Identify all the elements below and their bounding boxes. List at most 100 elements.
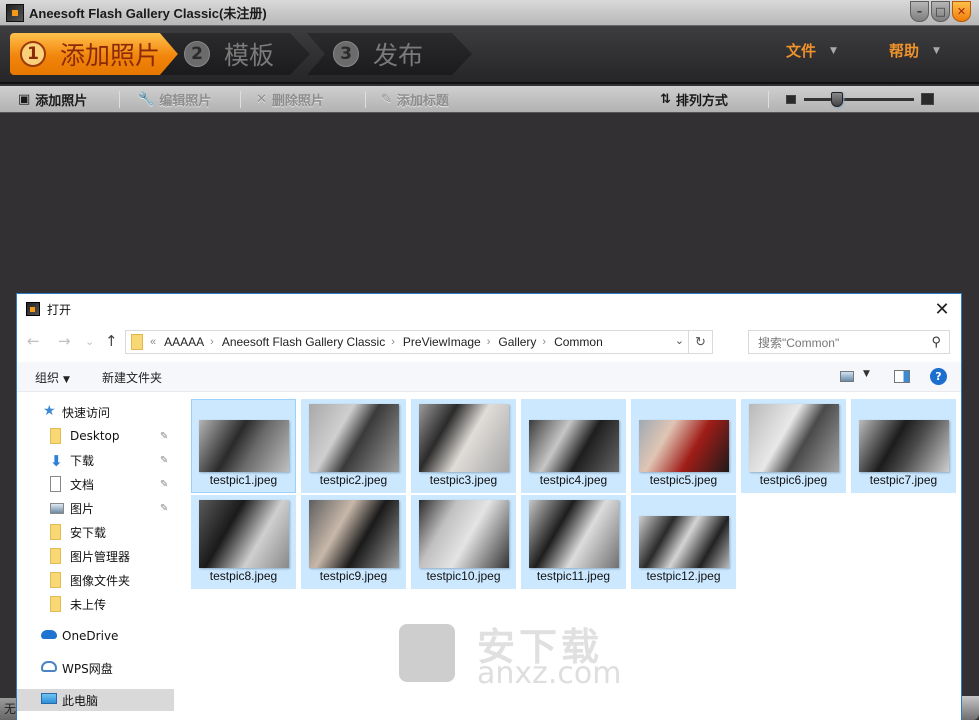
step-label: 发布 [373,41,424,70]
maximize-button[interactable]: □ [931,1,950,22]
sidebar-item[interactable]: 图片管理器 [17,545,174,567]
breadcrumb-item[interactable]: AAAAA [164,335,204,349]
toolbar-divider [240,91,241,108]
sort-az-icon: ⇅ [660,92,671,107]
sidebar-item[interactable]: 未上传 [17,593,174,615]
file-item[interactable]: testpic1.jpeg [191,399,296,493]
open-file-dialog: 打开 ✕ ← → ⌄ ↑ « AAAAA › Aneesoft Flash Ga… [16,293,962,720]
step-publish[interactable]: 3 发布 [307,33,472,75]
pin-icon[interactable]: ✎ [160,455,168,466]
address-bar[interactable]: « AAAAA › Aneesoft Flash Gallery Classic… [125,330,713,354]
folder-icon [50,428,61,444]
file-item[interactable]: testpic11.jpeg [521,495,626,589]
chevron-down-icon: ▼ [933,45,940,56]
dialog-close-button[interactable]: ✕ [932,299,952,320]
file-item[interactable]: testpic4.jpeg [521,399,626,493]
forward-button[interactable]: → [58,332,71,350]
delete-icon: ✕ [256,92,267,107]
breadcrumb-separator[interactable]: › [210,336,214,348]
add-title-button[interactable]: ✎ 添加标题 [381,86,449,113]
computer-icon [41,693,57,704]
sidebar-label: 文档 [70,477,95,492]
file-name: testpic7.jpeg [869,473,938,487]
organize-button[interactable]: 组织 ▼ [35,369,70,386]
view-mode-icon[interactable] [840,371,854,382]
step-template[interactable]: 2 模板 [160,33,310,75]
breadcrumb-item[interactable]: Aneesoft Flash Gallery Classic [222,335,385,349]
file-item[interactable]: testpic3.jpeg [411,399,516,493]
toolbar-divider [768,91,769,108]
breadcrumb-item[interactable]: PreViewImage [403,335,481,349]
add-photo-button[interactable]: ▣ 添加照片 [18,86,87,113]
file-item[interactable]: testpic10.jpeg [411,495,516,589]
refresh-button[interactable]: ↻ [688,331,712,353]
address-dropdown-icon[interactable]: ⌄ [675,334,684,347]
file-list: testpic1.jpeg testpic2.jpeg testpic3.jpeg t… [190,398,958,598]
sidebar-item[interactable]: 安下载 [17,521,174,543]
search-icon[interactable]: ⚲ [931,334,941,350]
close-button[interactable]: ✕ [952,1,971,22]
up-button[interactable]: ↑ [105,332,118,350]
star-icon: ★ [43,403,56,419]
menu-help[interactable]: 帮助 ▼ [889,40,940,61]
new-folder-button[interactable]: 新建文件夹 [102,369,162,386]
sidebar-item[interactable]: Desktop ✎ [17,425,174,447]
breadcrumb-separator[interactable]: › [487,336,491,348]
breadcrumb-separator[interactable]: › [542,336,546,348]
image-thumbnail [309,500,399,568]
file-item[interactable]: testpic7.jpeg [851,399,956,493]
sidebar-label: 图片管理器 [70,549,131,564]
delete-photo-button[interactable]: ✕ 删除照片 [256,86,324,113]
sidebar-label: OneDrive [62,629,119,643]
minimize-button[interactable]: – [910,1,929,22]
back-button[interactable]: ← [27,332,40,350]
dialog-title-bar[interactable]: 打开 [17,294,961,324]
scrollbar-corner[interactable] [962,696,979,720]
help-icon[interactable]: ? [930,368,947,385]
sidebar-label: 下载 [70,453,95,468]
pin-icon[interactable]: ✎ [160,503,168,514]
pin-icon[interactable]: ✎ [160,479,168,490]
cloud-outline-icon [41,661,57,672]
sidebar-label: WPS网盘 [62,661,113,676]
breadcrumb-item[interactable]: Common [554,335,603,349]
app-logo-icon [6,3,24,22]
chevron-down-icon[interactable]: ▼ [863,369,870,379]
step-add-photos[interactable]: 1 添加照片 [10,33,178,75]
edit-photo-button[interactable]: 🔧 编辑照片 [138,86,211,113]
breadcrumb-item[interactable]: Gallery [498,335,536,349]
title-bar[interactable]: Aneesoft Flash Gallery Classic(未注册) – □ … [0,0,979,26]
file-item[interactable]: testpic9.jpeg [301,495,406,589]
sidebar-item-onedrive[interactable]: OneDrive [17,625,174,647]
sidebar-item-wps[interactable]: WPS网盘 [17,657,174,679]
folder-icon [50,548,61,564]
thumbnail-size-slider[interactable] [786,92,936,107]
preview-pane-icon[interactable] [894,370,910,383]
sidebar-item[interactable]: 文档 ✎ [17,473,174,495]
overflow-chevron[interactable]: « [150,336,156,348]
folder-icon [50,572,61,588]
step-label: 模板 [224,41,275,70]
wizard-bar: 1 添加照片 2 模板 3 发布 文件 ▼ 帮助 ▼ [0,26,979,84]
sidebar-label: 快速访问 [62,405,111,420]
slider-thumb[interactable] [831,92,843,107]
menu-file[interactable]: 文件 ▼ [786,40,837,61]
file-item[interactable]: testpic5.jpeg [631,399,736,493]
sidebar-item-quick-access[interactable]: ★ 快速访问 [17,401,174,423]
breadcrumb-separator[interactable]: › [391,336,395,348]
sort-label: 排列方式 [675,94,728,109]
step-label: 添加照片 [60,41,161,70]
sidebar-item[interactable]: ⬇ 下载 ✎ [17,449,174,471]
sidebar-item-this-pc[interactable]: 此电脑 [17,689,174,711]
search-input[interactable]: 搜索"Common" ⚲ [748,330,950,354]
file-item[interactable]: testpic6.jpeg [741,399,846,493]
recent-locations-button[interactable]: ⌄ [85,335,94,348]
sidebar-item[interactable]: 图像文件夹 [17,569,174,591]
file-item[interactable]: testpic2.jpeg [301,399,406,493]
pin-icon[interactable]: ✎ [160,431,168,442]
sort-button[interactable]: ⇅ 排列方式 [660,86,728,113]
file-item[interactable]: testpic12.jpeg [631,495,736,589]
sidebar-item[interactable]: 图片 ✎ [17,497,174,519]
file-item[interactable]: testpic8.jpeg [191,495,296,589]
window-title: Aneesoft Flash Gallery Classic(未注册) [29,6,267,21]
